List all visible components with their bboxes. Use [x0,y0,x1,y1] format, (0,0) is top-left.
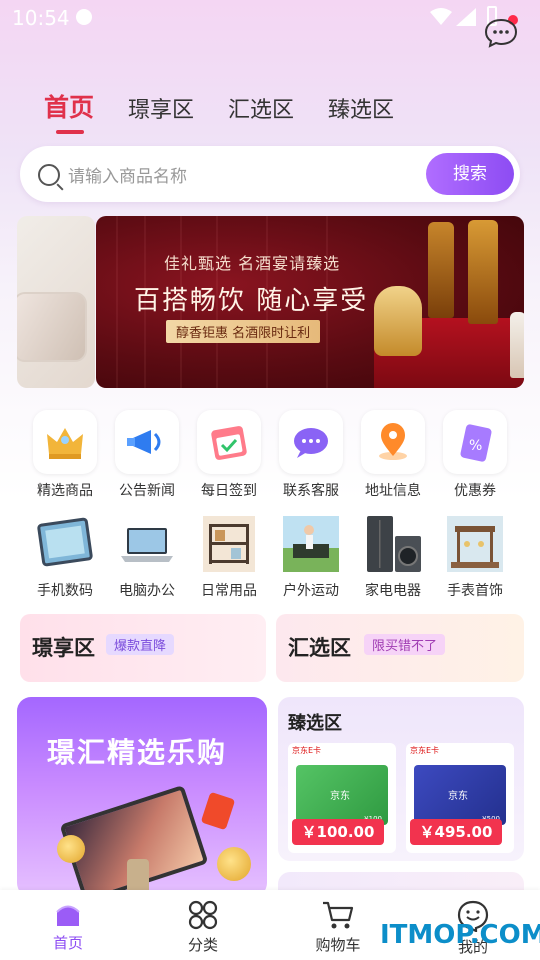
menu-item-support[interactable]: 联系客服 [270,410,352,500]
laptop-icon [115,514,179,574]
liquor-bottle-image [374,286,422,356]
promo-title: 璟汇精选乐购 [47,736,228,769]
banner-carousel[interactable]: 佳礼甄选 名酒宴请臻选 百搭畅饮 随心享受 醇香钜惠 名酒限时让利 [17,216,524,390]
gold-coin-image [57,835,85,863]
zone-title: 臻选区 [288,713,342,734]
grid-icon [188,900,218,930]
gift-card-logo: 京东 [448,791,468,802]
top-tabs: 首页 璟享区 汇选区 臻选区 [44,88,394,134]
liquor-bottle-image [510,312,524,378]
tab-zhen-zone[interactable]: 臻选区 [328,92,394,124]
menu-item-label: 公告新闻 [119,483,175,499]
wifi-icon [430,8,452,25]
category-label: 手机数码 [37,583,93,599]
tab-jing-zone[interactable]: 璟享区 [128,92,194,124]
search-button[interactable]: 搜索 [426,153,514,195]
chat-bubble-icon [279,410,343,474]
banner-tag: 醇香钜惠 名酒限时让利 [166,320,321,343]
gift-card-price: ￥100.00 [292,819,384,845]
svg-text:%: % [469,438,482,454]
category-daily-goods[interactable]: 日常用品 [188,514,270,600]
nav-home[interactable]: 首页 [28,900,108,953]
menu-item-featured[interactable]: 精选商品 [24,410,106,500]
jd-ecard-green-image: 京东 ¥100 [296,765,388,825]
fridge-washer-icon [361,514,425,574]
promo-card[interactable]: 璟汇精选乐购 [17,697,267,897]
gold-coin-image [217,847,251,881]
tablet-icon [33,514,97,574]
search-bar: 请输入商品名称 搜索 [20,146,520,202]
perfume-bottle-image [17,292,87,362]
gift-card-item[interactable]: 京东E卡 京东 ¥100 ￥100.00 [288,743,396,853]
banner-subtitle: 佳礼甄选 名酒宴请臻选 [164,254,341,273]
search-icon [38,164,60,186]
nav-label: 购物车 [315,936,361,954]
category-phones[interactable]: 手机数码 [24,514,106,600]
signal-icon [456,8,476,26]
category-label: 日常用品 [201,583,257,599]
menu-item-label: 精选商品 [37,483,93,499]
menu-item-news[interactable]: 公告新闻 [106,410,188,500]
nav-label: 分类 [187,936,218,954]
zone-tag: 限买错不了 [364,634,446,655]
liquor-bottle-image [428,222,454,318]
shelf-icon [197,514,261,574]
nav-category[interactable]: 分类 [163,900,243,955]
category-label: 手表首饰 [447,583,503,599]
category-label: 户外运动 [283,583,339,599]
category-appliances[interactable]: 家电电器 [352,514,434,600]
zone-title: 汇选区 [288,636,351,660]
menu-item-coupon[interactable]: % 优惠券 [434,410,516,500]
menu-item-label: 优惠券 [454,483,496,499]
jewelry-icon [443,514,507,574]
crown-icon [33,410,97,474]
menu-item-address[interactable]: 地址信息 [352,410,434,500]
gift-card-brand: 京东E卡 [410,746,440,755]
tab-hui-zone[interactable]: 汇选区 [228,92,294,124]
cart-icon [323,901,354,929]
banner-title: 百搭畅饮 随心享受 [134,286,369,316]
status-time: 10:54 [12,6,70,30]
jd-ecard-blue-image: 京东 ¥500 [414,765,506,825]
zone-card-jing[interactable]: 璟享区 爆款直降 [20,614,266,682]
settings-status-icon [76,9,92,25]
zone-card-zhen[interactable]: 臻选区 京东E卡 京东 ¥100 ￥100.00 京东E卡 京东 ¥500 ￥4… [278,697,524,861]
category-label: 家电电器 [365,583,421,599]
menu-item-label: 地址信息 [365,483,421,499]
outdoor-icon [279,514,343,574]
category-computers[interactable]: 电脑办公 [106,514,188,600]
search-input[interactable]: 请输入商品名称 [68,162,187,187]
megaphone-icon [115,410,179,474]
liquor-bottle-image [468,220,498,324]
menu-item-label: 每日签到 [201,483,257,499]
message-icon[interactable] [484,18,518,48]
category-outdoor[interactable]: 户外运动 [270,514,352,600]
zone-tag: 爆款直降 [106,634,175,655]
red-envelope-image [200,791,236,831]
zone-title: 璟享区 [32,636,95,660]
gift-card-price: ￥495.00 [410,819,502,845]
tab-home[interactable]: 首页 [44,88,94,134]
gift-card-item[interactable]: 京东E卡 京东 ¥500 ￥495.00 [406,743,514,853]
nav-cart[interactable]: 购物车 [298,900,378,955]
banner-slide-perfume[interactable] [17,216,95,388]
location-pin-icon [361,410,425,474]
coupon-icon: % [443,410,507,474]
menu-item-checkin[interactable]: 每日签到 [188,410,270,500]
menu-item-label: 联系客服 [283,483,339,499]
status-bar: 10:54 [0,0,540,36]
zone-card-hui[interactable]: 汇选区 限买错不了 [276,614,524,682]
category-watches-jewelry[interactable]: 手表首饰 [434,514,516,600]
calendar-check-icon [197,410,261,474]
gift-card-logo: 京东 [330,791,350,802]
gift-card-brand: 京东E卡 [292,746,322,755]
home-icon [56,905,80,926]
icon-grid: 精选商品 公告新闻 每日签到 联系客服 地址信息 % 优惠券 手机数码 电脑办公… [24,410,520,600]
watermark-text: ITMOP.COM [380,920,540,950]
nav-label: 首页 [52,934,83,952]
banner-slide-liquor[interactable]: 佳礼甄选 名酒宴请臻选 百搭畅饮 随心享受 醇香钜惠 名酒限时让利 [96,216,524,388]
category-label: 电脑办公 [119,583,175,599]
